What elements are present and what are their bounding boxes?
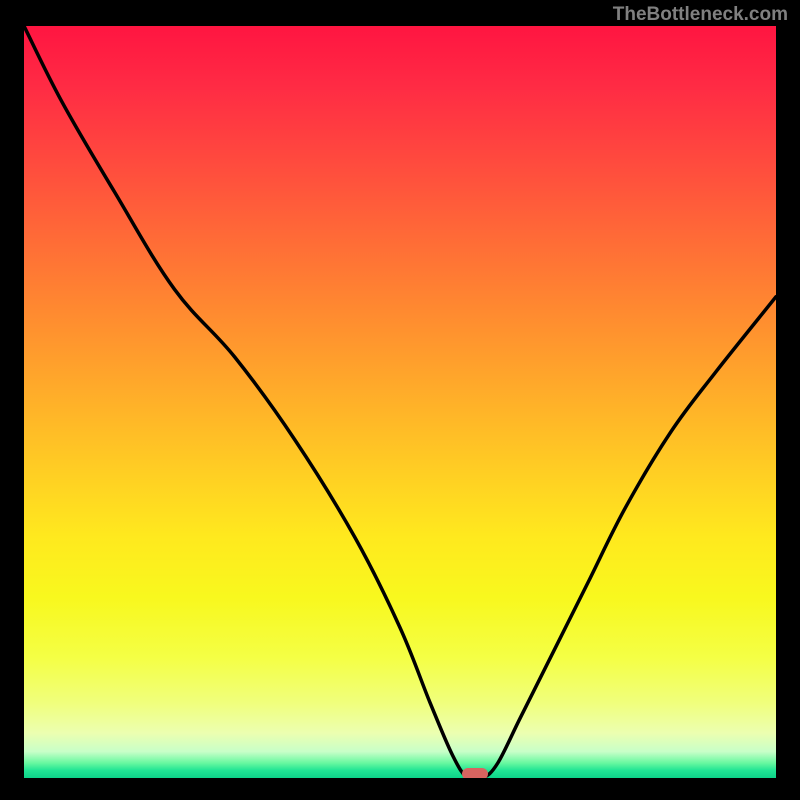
watermark-text: TheBottleneck.com <box>613 4 788 26</box>
bottleneck-curve <box>24 26 776 778</box>
chart-container: TheBottleneck.com <box>0 0 800 800</box>
plot-area <box>24 26 776 778</box>
optimal-point-marker <box>462 768 488 778</box>
